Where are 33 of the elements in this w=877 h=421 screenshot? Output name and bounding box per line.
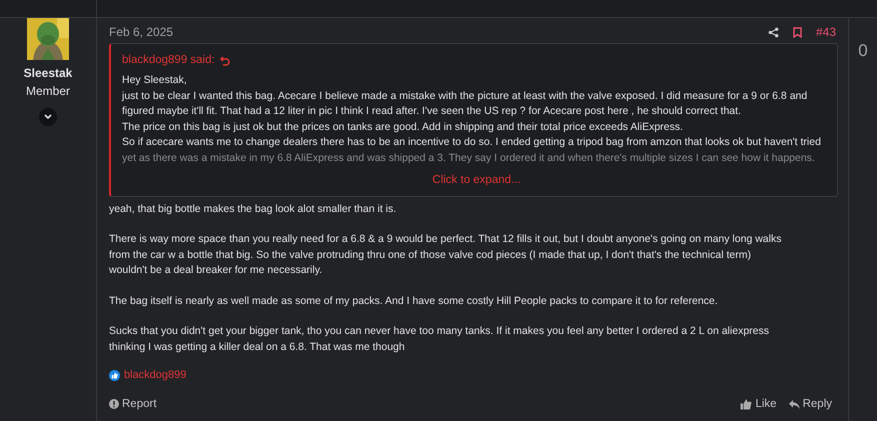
quote-line: Hey Sleestak,: [122, 73, 188, 88]
reply-link[interactable]: Reply: [788, 396, 832, 413]
quote-line: The price on this bag is just ok but the prices on tanks are good. Add in shipping and their total price exceeds AliExpress.: [122, 120, 684, 135]
quote-line: yet as there was a mistake in my 6.8 AliExpress and was shipped a 3. They say I ordered it and when there's multiple sizes I can see how it happens.: [122, 150, 816, 166]
post-text-line: wouldn't be a deal breaker for me necessarily.: [109, 263, 324, 278]
quote-line: just to be clear I wanted this bag. Acecare I believe made a mistake with the picture at least with the valve exposed. I did measure for a 9 or 6.8 and: [122, 88, 808, 104]
reply-arrow-icon: [788, 400, 800, 409]
vote-score: 0: [858, 40, 868, 62]
thumbs-up-icon: [109, 370, 120, 381]
post-text-line: Sucks that you didn't get your bigger tank, tho you can never have too many tanks. If it makes you feel any better I ordered a 2 L on aliexpress: [109, 324, 770, 339]
post-number-link[interactable]: #43: [816, 23, 836, 41]
post-text-line: thinking I was getting a killer deal on a 6.8. That was me though: [109, 340, 406, 354]
post-text-line: from the car w a bottle that big. So the valve protruding thru one of those valve cod pieces (I made that up, I don't that's the technical term): [109, 248, 752, 262]
thumbs-up-icon: [740, 398, 752, 410]
bookmark-icon[interactable]: [792, 26, 802, 38]
expand-button[interactable]: [39, 108, 57, 126]
expand-link[interactable]: Click to expand...: [432, 172, 521, 190]
share-icon[interactable]: [768, 26, 779, 38]
exclamation-icon: [109, 399, 119, 410]
author-name[interactable]: Sleestak: [24, 64, 72, 82]
reaction-users-link[interactable]: blackdog899: [124, 367, 186, 384]
quote-line: So if acecare wants me to change dealers there has to be an incentive to do so. I ended getting a tripod bag from amzon that looks ok but haven't tried: [122, 135, 822, 150]
quote-attribution[interactable]: blackdog899 said:: [122, 52, 215, 70]
chevron-down-icon: [44, 114, 52, 120]
post-text-line: The bag itself is nearly as well made as some of my packs. And I have some costly Hill People packs to compare it to for reference.: [109, 294, 719, 308]
like-link[interactable]: Like: [740, 396, 777, 413]
post-text-line: yeah, that big bottle makes the bag look alot smaller than it is.: [109, 202, 398, 216]
post-date[interactable]: Feb 6, 2025: [109, 23, 174, 41]
quote-line: figured maybe it'll fit. That had a 12 liter in pic I think I read after. I've seen the US rep ? for Acecare post here , he should correct that.: [122, 104, 742, 120]
report-link[interactable]: Report: [109, 396, 157, 413]
post-text-line: There is way more space than you really need for a 6.8 & a 9 would be perfect. That 12 fills it out, but I doubt anyone's going on many long walks: [109, 232, 782, 247]
author-role: Member: [26, 83, 70, 100]
return-arrow-icon[interactable]: [220, 56, 230, 66]
